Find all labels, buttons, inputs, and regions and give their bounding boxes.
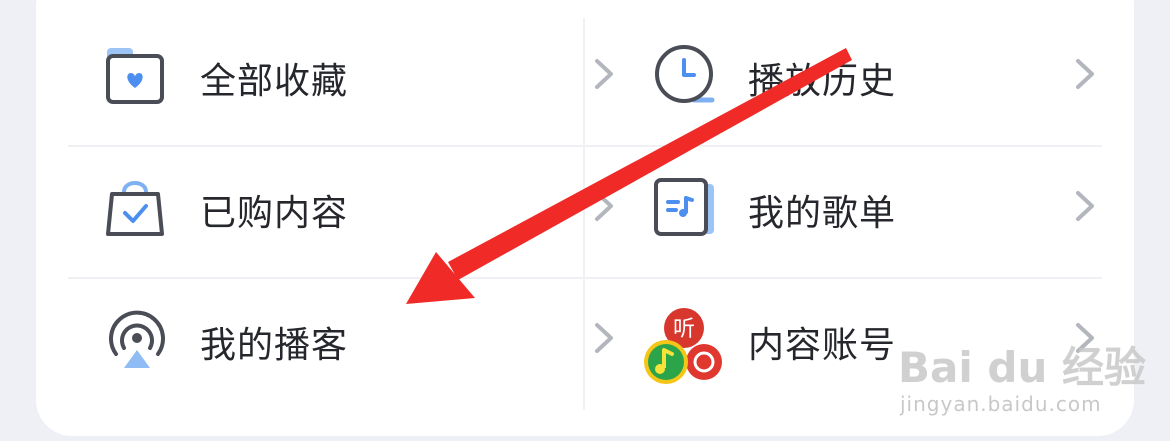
menu-item-label: 我的歌单 — [748, 193, 897, 234]
menu-item-all-favorites[interactable]: 全部收藏 — [106, 18, 616, 150]
menu-item-label: 全部收藏 — [200, 61, 349, 102]
playlist-icon — [654, 176, 716, 238]
menu-item-my-playlists[interactable]: 我的歌单 — [654, 150, 1100, 282]
menu-item-purchased-content[interactable]: 已购内容 — [106, 150, 616, 282]
chevron-right-icon — [1070, 56, 1100, 92]
menu-item-label: 内容账号 — [748, 325, 897, 366]
folder-heart-icon — [106, 44, 168, 106]
menu-item-label: 播放历史 — [748, 61, 897, 102]
chevron-right-icon — [589, 320, 619, 356]
chevron-right-icon — [589, 56, 619, 92]
watermark-brand: Bai du 经验 — [898, 343, 1146, 392]
app-badge-text: 听 — [673, 317, 695, 342]
menu-item-play-history[interactable]: 播放历史 — [654, 18, 1100, 150]
podcast-icon — [106, 308, 168, 370]
content-account-apps-icon: 听 — [642, 306, 722, 386]
menu-item-label: 已购内容 — [200, 193, 349, 234]
clock-icon — [654, 44, 716, 106]
chevron-right-icon — [1070, 188, 1100, 224]
chevron-right-icon — [589, 188, 619, 224]
menu-item-label: 我的播客 — [200, 325, 349, 366]
watermark-url: jingyan.baidu.com — [900, 392, 1102, 416]
menu-item-my-podcasts[interactable]: 我的播客 — [106, 282, 616, 414]
shopping-bag-check-icon — [106, 176, 168, 238]
